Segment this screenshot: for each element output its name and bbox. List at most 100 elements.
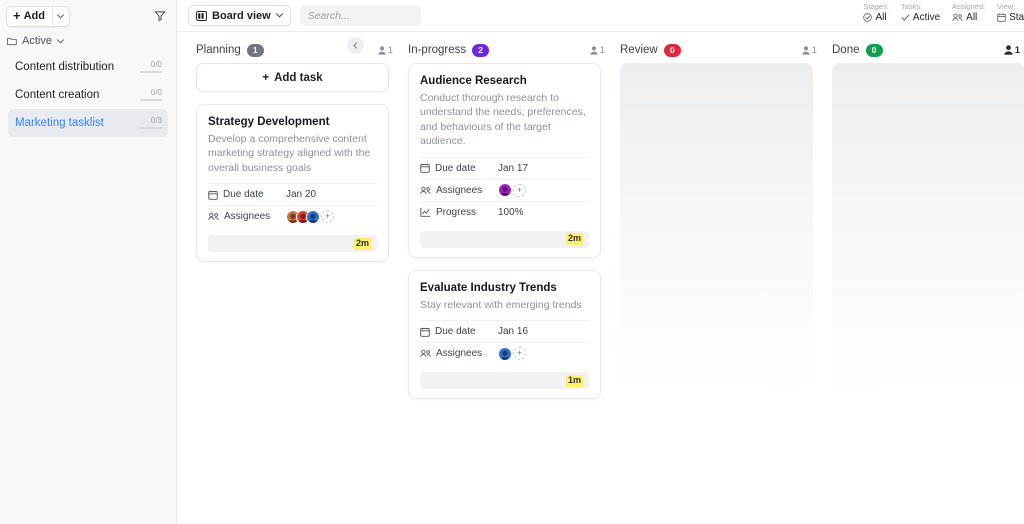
- filter-chip-stages[interactable]: Stages: All: [863, 3, 888, 23]
- people-icon: [420, 186, 431, 194]
- sidebar-toolbar: + Add: [0, 0, 176, 32]
- chart-icon: [420, 208, 431, 218]
- person-icon: [1004, 45, 1013, 55]
- filter-chip-label: Assigned:: [952, 2, 986, 11]
- column-assignee-count[interactable]: 1: [378, 45, 393, 56]
- filter-chip-value: Start:: [1009, 11, 1024, 23]
- assignee-count-value: 1: [599, 44, 605, 56]
- task-card[interactable]: Audience Research Conduct thorough resea…: [408, 63, 601, 258]
- board: Planning 1 1 + Add task Strategy Develop…: [177, 32, 1024, 524]
- task-title: Audience Research: [420, 75, 527, 87]
- column-body: Audience Research Conduct thorough resea…: [399, 63, 611, 400]
- calendar-icon: [208, 190, 218, 200]
- task-description: Stay relevant with emerging trends: [420, 298, 582, 311]
- add-button-group[interactable]: + Add: [6, 5, 70, 27]
- column-assignee-count[interactable]: 1: [802, 45, 817, 56]
- task-field-due-date[interactable]: Due date Jan 20: [208, 183, 377, 205]
- task-field-label-wrap: Progress: [420, 207, 498, 218]
- column-header-right: 1: [1004, 44, 1024, 57]
- filter-chip-value: All: [875, 11, 887, 23]
- assignee-avatars: +: [286, 209, 334, 224]
- add-button[interactable]: + Add: [7, 7, 52, 26]
- filter-chip-value-wrap: Start:: [997, 12, 1024, 23]
- chevron-left-icon: [353, 42, 357, 49]
- column-assignee-count[interactable]: 1: [1004, 45, 1020, 56]
- task-field-due-date[interactable]: Due date Jan 17: [420, 156, 589, 179]
- task-field-progress[interactable]: Progress 100%: [420, 200, 589, 223]
- person-icon: [590, 45, 598, 55]
- search-box[interactable]: [299, 5, 421, 26]
- empty-column-placeholder: [832, 63, 1024, 393]
- filter-chip-value-wrap: All: [863, 12, 888, 23]
- add-dropdown-button[interactable]: [51, 6, 69, 26]
- task-card[interactable]: Strategy Development Develop a comprehen…: [196, 104, 389, 263]
- task-field-label-wrap: Assignees: [420, 185, 498, 196]
- sidebar: + Add Active Content distribution 0/0 Co…: [0, 0, 177, 524]
- avatar[interactable]: [306, 209, 320, 224]
- sidebar-item-progress-bar: [140, 99, 162, 101]
- filter-chip-assigned[interactable]: Assigned: All: [952, 3, 985, 23]
- task-field-label: Assignees: [224, 211, 271, 223]
- task-field-label-wrap: Assignees: [208, 211, 286, 222]
- board-column-done: Done 0 1: [823, 32, 1024, 524]
- sidebar-collapse-button[interactable]: [347, 37, 364, 54]
- filter-funnel-icon[interactable]: [152, 8, 168, 24]
- column-header: Done 0 1: [823, 37, 1024, 63]
- task-field-assignees[interactable]: Assignees +: [208, 205, 377, 227]
- sidebar-item-label: Content distribution: [15, 61, 115, 73]
- column-body: [611, 63, 823, 393]
- column-count-badge: 0: [865, 43, 883, 57]
- avatar[interactable]: [498, 183, 512, 198]
- task-field-value: 100%: [498, 206, 524, 218]
- task-field-value: Jan 20: [286, 189, 317, 201]
- chevron-down-icon: [57, 13, 65, 19]
- person-icon: [378, 45, 386, 55]
- filter-chip-label: Tasks:: [900, 2, 923, 11]
- add-assignee-button[interactable]: +: [513, 347, 526, 361]
- sidebar-item-content-creation[interactable]: Content creation 0/0: [8, 81, 168, 109]
- sidebar-group-active[interactable]: Active: [0, 32, 176, 53]
- column-header: Review 0 1: [611, 37, 823, 63]
- people-icon: [208, 213, 219, 221]
- column-assignee-count[interactable]: 1: [590, 45, 605, 56]
- task-field-label: Assignees: [436, 184, 483, 196]
- board-column-in-progress: In-progress 2 1 Audience Research Conduc…: [399, 32, 611, 524]
- chevron-down-icon: [57, 38, 64, 44]
- add-assignee-button[interactable]: +: [321, 210, 334, 224]
- filter-chip-tasks[interactable]: Tasks: Active: [901, 3, 940, 23]
- sidebar-item-progress-bar: [140, 71, 162, 73]
- task-title: Evaluate Industry Trends: [420, 281, 557, 294]
- board-view-button[interactable]: Board view: [188, 5, 291, 26]
- task-field-due-date[interactable]: Due date Jan 16: [420, 320, 589, 342]
- people-icon: [952, 13, 963, 21]
- task-field-label-wrap: Assignees: [420, 348, 498, 359]
- plus-icon: +: [262, 71, 270, 84]
- calendar-icon: [420, 327, 430, 337]
- column-header-right: 1: [378, 45, 393, 56]
- filter-chip-value: Active: [912, 11, 941, 23]
- task-field-label: Due date: [435, 326, 476, 338]
- board-column-planning: Planning 1 1 + Add task Strategy Develop…: [187, 32, 399, 524]
- filter-chip-view[interactable]: View: Start:: [997, 3, 1024, 23]
- task-progress-bar: 2m: [420, 230, 589, 248]
- column-title: Planning: [196, 44, 241, 56]
- app-root: + Add Active Content distribution 0/0 Co…: [0, 0, 1024, 524]
- check-circle-icon: [863, 12, 873, 22]
- board-view-label: Board view: [212, 9, 271, 22]
- add-task-label: Add task: [274, 71, 323, 84]
- chevron-down-icon: [275, 13, 283, 18]
- search-input[interactable]: [307, 9, 413, 22]
- sidebar-item-marketing-tasklist[interactable]: Marketing tasklist 0/3: [8, 109, 168, 137]
- folder-icon: [7, 37, 17, 45]
- sidebar-item-progress: 0/3: [140, 117, 162, 129]
- task-card[interactable]: Evaluate Industry Trends Stay relevant w…: [408, 269, 601, 400]
- add-task-button[interactable]: + Add task: [196, 63, 389, 92]
- task-progress-bar: 1m: [420, 372, 589, 390]
- add-assignee-button[interactable]: +: [513, 183, 526, 197]
- task-field-assignees[interactable]: Assignees +: [420, 342, 589, 364]
- sidebar-item-content-distribution[interactable]: Content distribution 0/0: [8, 53, 168, 81]
- sidebar-item-count: 0/0: [150, 60, 162, 69]
- avatar[interactable]: [498, 346, 512, 361]
- board-column-review: Review 0 1: [611, 32, 823, 524]
- task-field-assignees[interactable]: Assignees +: [420, 178, 589, 201]
